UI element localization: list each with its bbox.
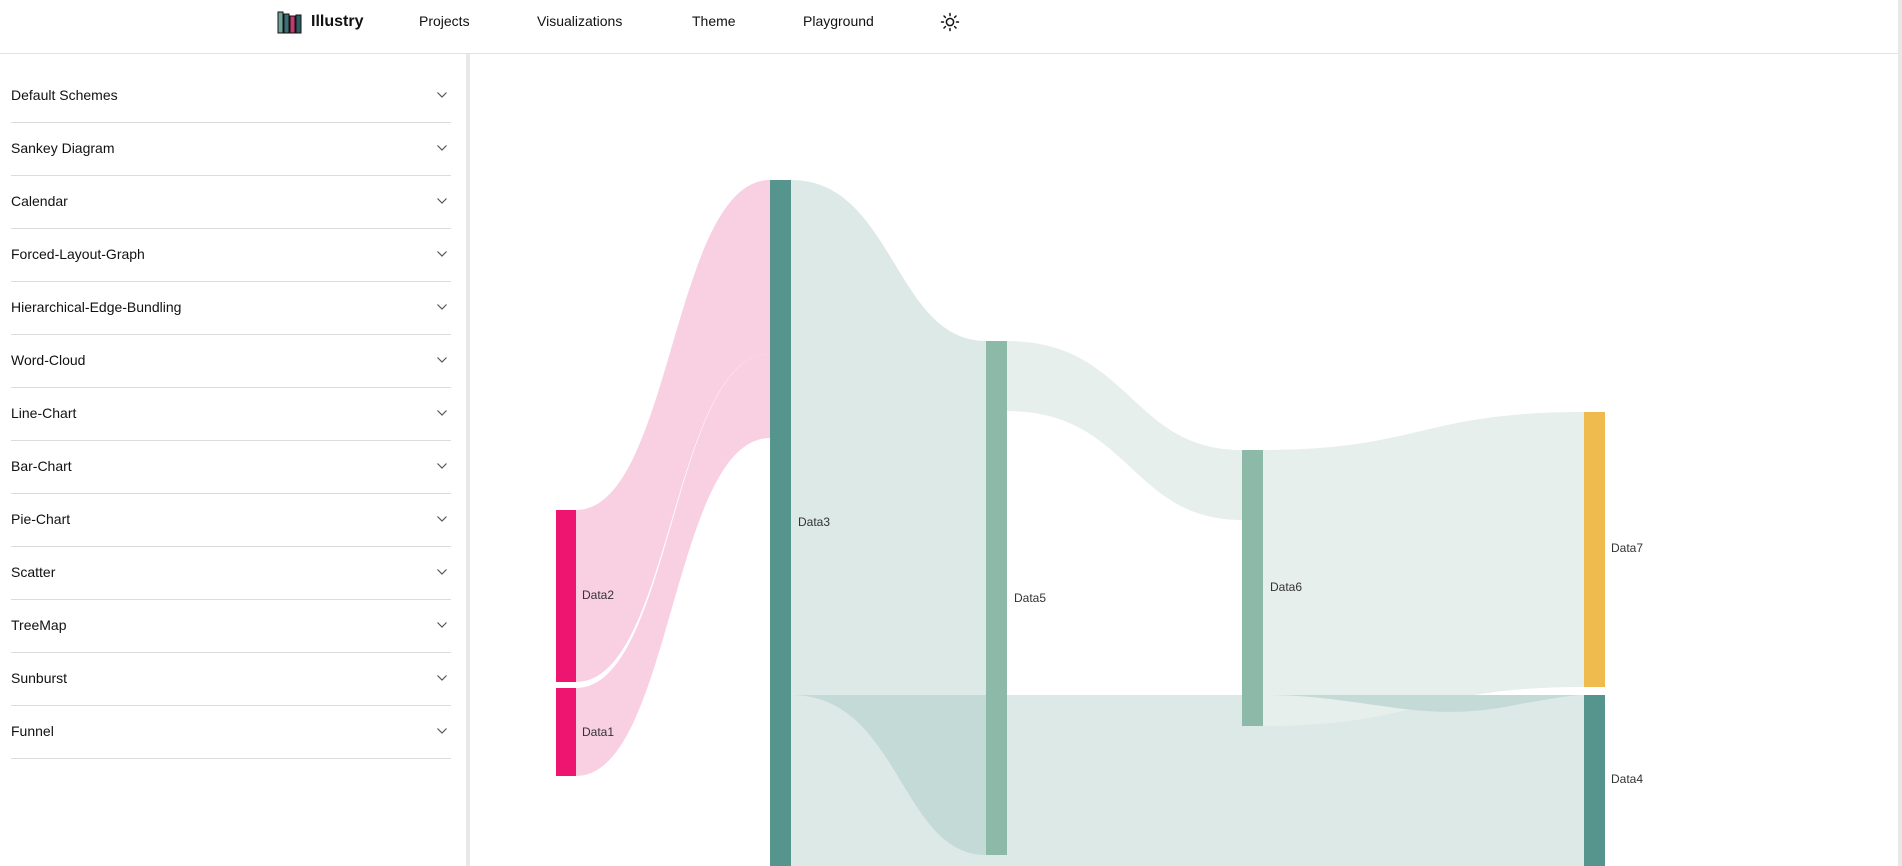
sankey-node-data1[interactable]: [556, 688, 576, 776]
sankey-node-data2[interactable]: [556, 510, 576, 682]
menu-item-word-cloud[interactable]: Word-Cloud: [11, 335, 451, 388]
chevron-down-icon: [437, 251, 447, 257]
chevron-down-icon: [437, 198, 447, 204]
menu-item-label: Scatter: [11, 564, 56, 580]
menu-item-label: Funnel: [11, 723, 54, 739]
theme-toggle-button[interactable]: [940, 12, 960, 32]
top-header: Illustry Projects Visualizations Theme P…: [0, 0, 1902, 54]
menu-item-hierarchical-edge-bundling[interactable]: Hierarchical-Edge-Bundling: [11, 282, 451, 335]
menu-item-bar-chart[interactable]: Bar-Chart: [11, 441, 451, 494]
menu-item-label: Calendar: [11, 193, 68, 209]
menu-item-calendar[interactable]: Calendar: [11, 176, 451, 229]
nav-theme[interactable]: Theme: [692, 0, 736, 42]
chevron-down-icon: [437, 92, 447, 98]
sankey-link-data6-data7[interactable]: [1263, 412, 1584, 726]
sankey-node-data6[interactable]: [1242, 450, 1263, 726]
chevron-down-icon: [437, 357, 447, 363]
menu-item-funnel[interactable]: Funnel: [11, 706, 451, 759]
chevron-down-icon: [437, 463, 447, 469]
sankey-node-data3[interactable]: [770, 180, 791, 866]
chevron-down-icon: [437, 410, 447, 416]
menu-item-label: Sunburst: [11, 670, 68, 686]
menu-item-default-schemes[interactable]: Default Schemes: [11, 70, 451, 123]
sankey-label-data6: Data6: [1270, 580, 1302, 594]
sankey-label-data3: Data3: [798, 515, 830, 529]
sankey-label-data1: Data1: [582, 725, 614, 739]
menu-item-treemap[interactable]: TreeMap: [11, 600, 451, 653]
nav-playground[interactable]: Playground: [803, 0, 874, 42]
brand-name: Illustry: [311, 13, 364, 30]
visualization-type-menu: Default Schemes Sankey Diagram Calendar …: [11, 70, 451, 759]
nav-visualizations[interactable]: Visualizations: [537, 0, 622, 42]
books-logo-icon: [277, 11, 302, 34]
menu-item-label: Sankey Diagram: [11, 140, 115, 156]
sankey-node-data5[interactable]: [986, 341, 1007, 855]
sankey-label-data7: Data7: [1611, 541, 1643, 555]
chevron-down-icon: [437, 675, 447, 681]
chevron-down-icon: [437, 145, 447, 151]
menu-item-line-chart[interactable]: Line-Chart: [11, 388, 451, 441]
menu-item-label: Word-Cloud: [11, 352, 86, 368]
sun-icon: [940, 12, 960, 32]
chevron-down-icon: [437, 304, 447, 310]
menu-item-label: Bar-Chart: [11, 458, 72, 474]
chevron-down-icon: [437, 516, 447, 522]
sankey-label-data2: Data2: [582, 588, 614, 602]
sankey-label-data4: Data4: [1611, 772, 1643, 786]
menu-item-scatter[interactable]: Scatter: [11, 547, 451, 600]
menu-item-sankey-diagram[interactable]: Sankey Diagram: [11, 123, 451, 176]
sankey-label-data5: Data5: [1014, 591, 1046, 605]
sankey-link-data3-data5[interactable]: [791, 180, 986, 695]
visualization-canvas: Data2 Data1 Data3 Data5 Data6 Data7 Data…: [470, 54, 1898, 866]
sankey-diagram: Data2 Data1 Data3 Data5 Data6 Data7 Data…: [556, 180, 1643, 866]
nav-projects[interactable]: Projects: [419, 0, 470, 42]
sankey-node-data7[interactable]: [1584, 412, 1605, 687]
menu-item-pie-chart[interactable]: Pie-Chart: [11, 494, 451, 547]
menu-item-label: Forced-Layout-Graph: [11, 246, 145, 262]
menu-item-sunburst[interactable]: Sunburst: [11, 653, 451, 706]
chevron-down-icon: [437, 622, 447, 628]
menu-item-label: Pie-Chart: [11, 511, 71, 527]
menu-item-label: Line-Chart: [11, 405, 77, 421]
chevron-down-icon: [437, 569, 447, 575]
sankey-link-data5-data6[interactable]: [1007, 341, 1242, 520]
menu-item-label: Default Schemes: [11, 87, 118, 103]
brand-logo[interactable]: Illustry: [277, 8, 363, 36]
menu-item-label: TreeMap: [11, 617, 67, 633]
page-scrollbar[interactable]: [1898, 0, 1902, 866]
menu-item-label: Hierarchical-Edge-Bundling: [11, 299, 182, 315]
sankey-node-data4[interactable]: [1584, 695, 1605, 866]
chevron-down-icon: [437, 728, 447, 734]
menu-item-forced-layout-graph[interactable]: Forced-Layout-Graph: [11, 229, 451, 282]
